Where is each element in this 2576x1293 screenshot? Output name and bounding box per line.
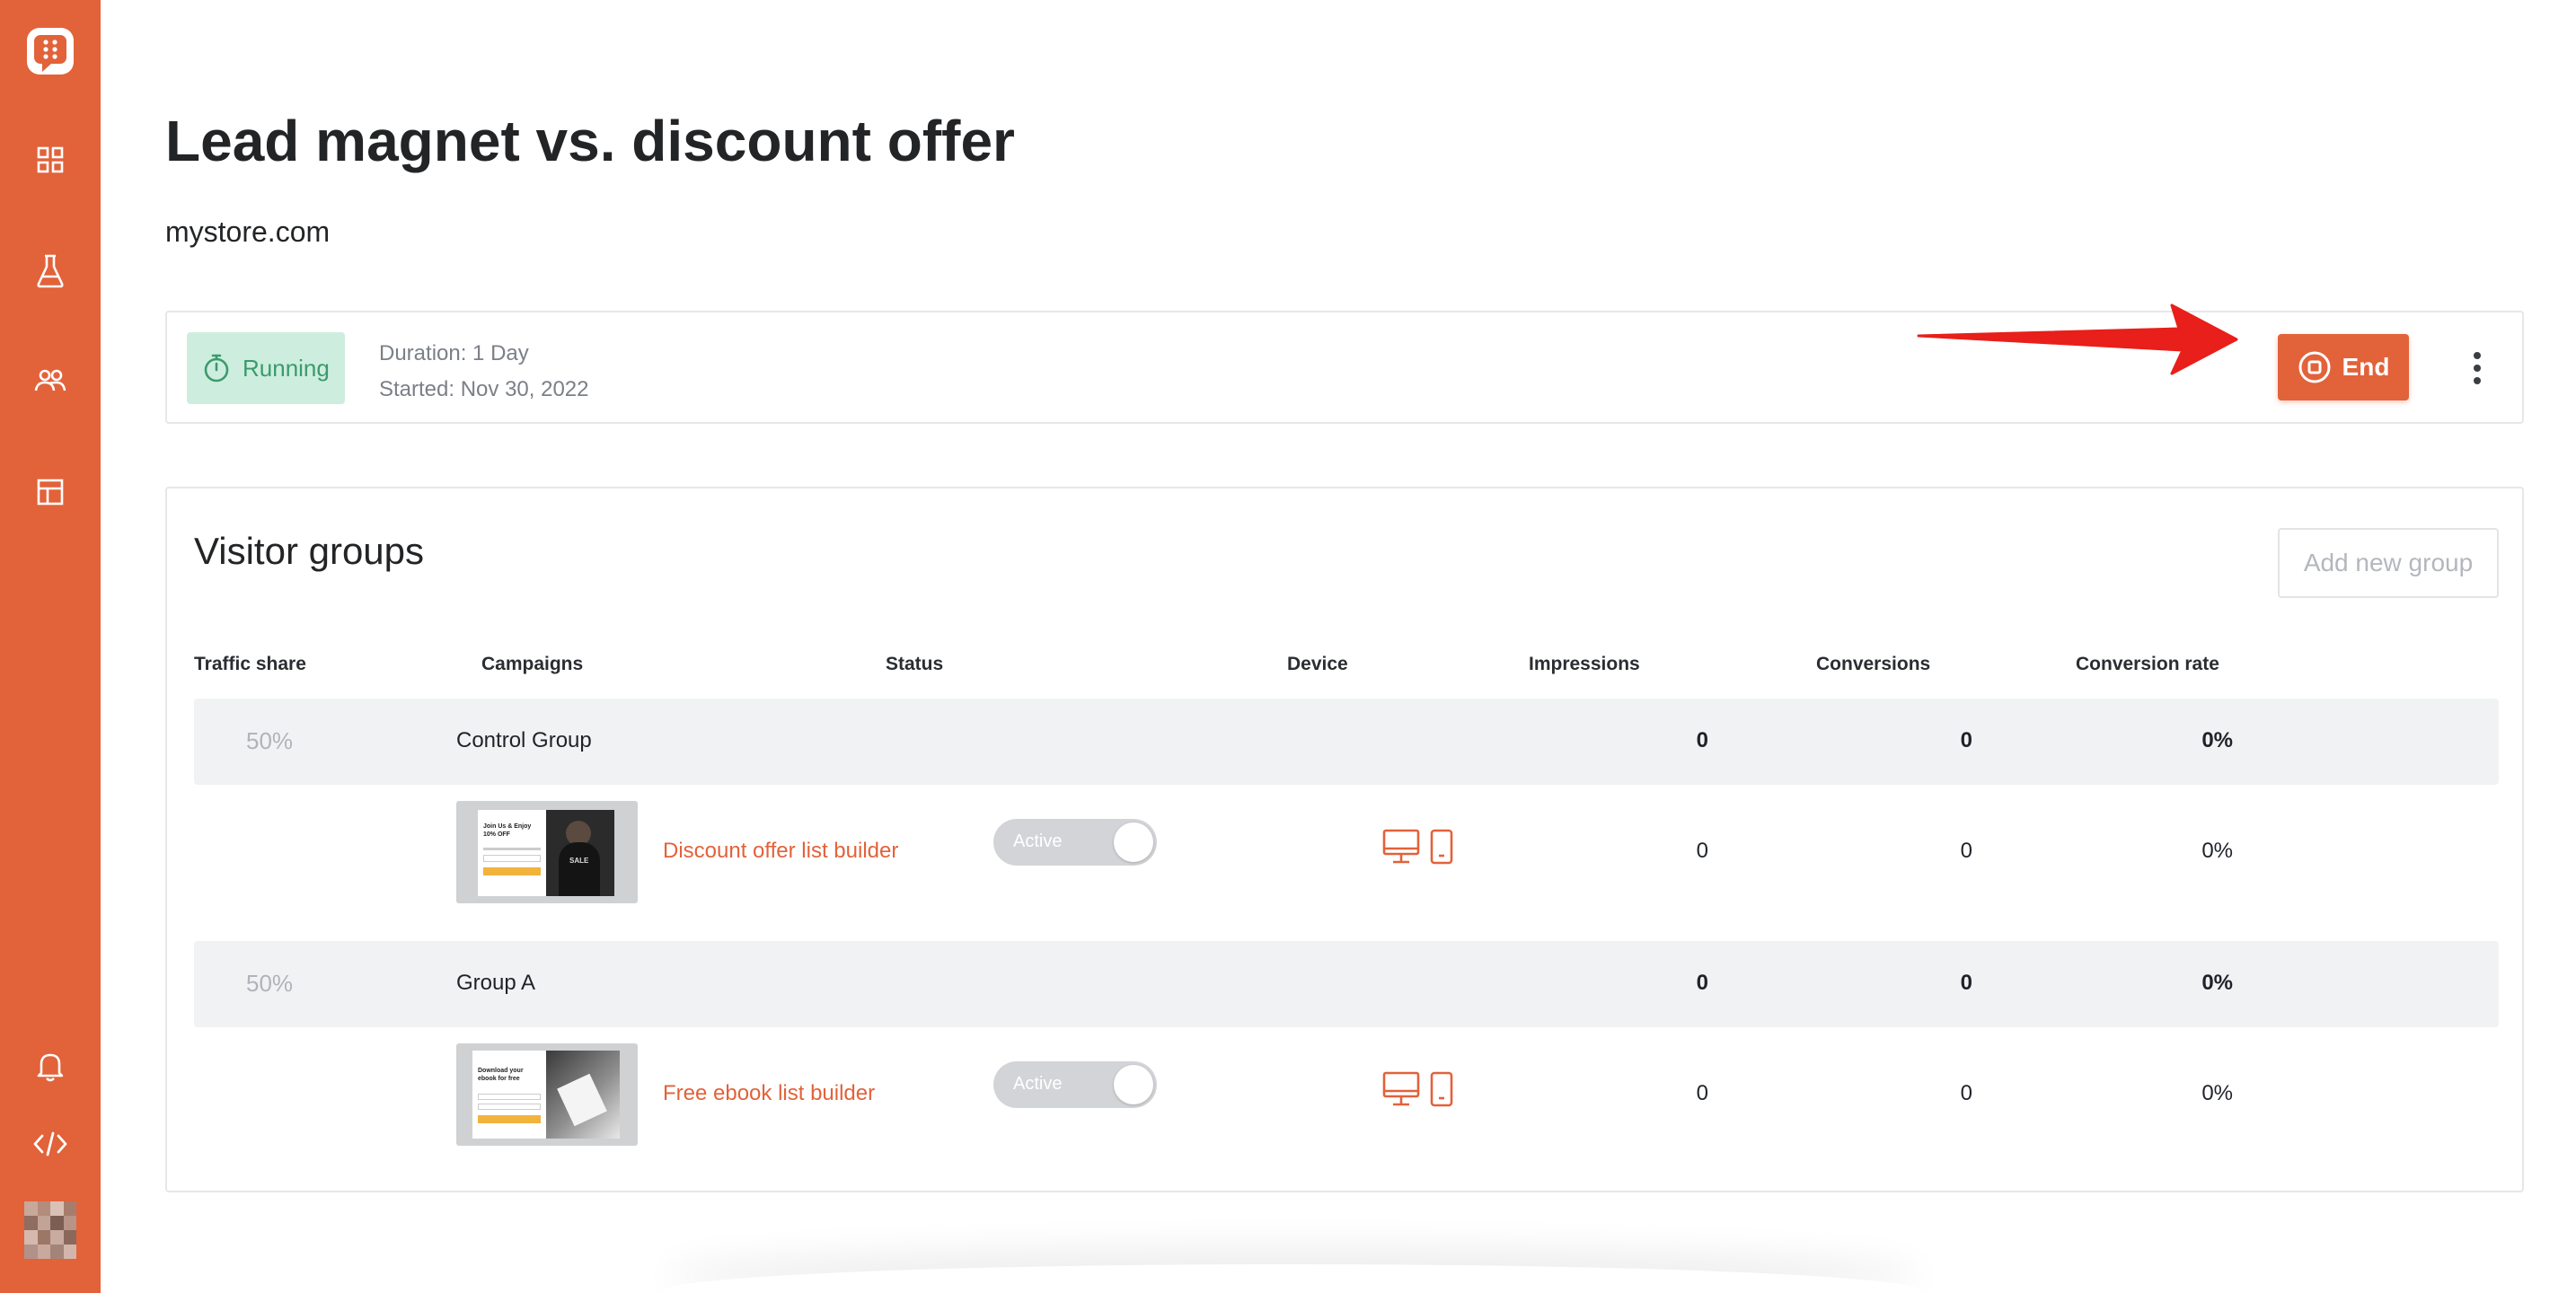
dashboard-icon[interactable] — [0, 142, 101, 178]
code-icon[interactable] — [0, 1126, 101, 1162]
page-domain: mystore.com — [165, 216, 331, 248]
col-status: Status — [886, 654, 944, 674]
col-conversion-rate: Conversion rate — [2076, 654, 2219, 674]
audience-icon[interactable] — [0, 363, 101, 399]
end-button[interactable]: End — [2278, 334, 2409, 400]
traffic-share: 50% — [246, 970, 294, 997]
campaign-link[interactable]: Free ebook list builder — [663, 1081, 875, 1106]
page-title: Lead magnet vs. discount offer — [165, 109, 1015, 173]
campaign-impressions: 0 — [1696, 1081, 1708, 1105]
campaign-conversions: 0 — [1960, 839, 1972, 863]
status-toggle[interactable]: Active — [993, 1061, 1157, 1108]
stopwatch-icon — [204, 354, 229, 383]
campaign-thumbnail[interactable]: SALE Join Us & Enjoy 10% OFF — [456, 801, 638, 903]
thumb-heading: Join Us & Enjoy 10% OFF — [483, 823, 532, 838]
running-badge: Running — [187, 332, 345, 404]
campaign-row-discount: SALE Join Us & Enjoy 10% OFF Discount of… — [194, 792, 2499, 912]
campaign-conversion-rate: 0% — [2201, 839, 2233, 863]
group-name: Control Group — [456, 728, 592, 752]
templates-icon[interactable] — [0, 474, 101, 510]
status-toggle[interactable]: Active — [993, 819, 1157, 866]
user-avatar[interactable] — [24, 1201, 76, 1259]
col-impressions: Impressions — [1529, 654, 1640, 674]
thumb-sale-text: SALE — [569, 857, 589, 865]
more-options-icon[interactable] — [2466, 343, 2488, 393]
running-label: Running — [243, 354, 330, 382]
toggle-label: Active — [1013, 1074, 1063, 1094]
toggle-label: Active — [1013, 831, 1063, 851]
started-text: Started: Nov 30, 2022 — [379, 377, 589, 401]
campaign-link[interactable]: Discount offer list builder — [663, 839, 898, 864]
group-conversion-rate: 0% — [2201, 728, 2233, 752]
thumb-heading: Download your ebook for free — [478, 1068, 524, 1082]
sidebar — [0, 0, 101, 1293]
logo-icon[interactable] — [0, 23, 101, 79]
visitor-groups-title: Visitor groups — [194, 530, 425, 572]
group-row-a[interactable]: 50% Group A 0 0 0% — [194, 941, 2499, 1027]
group-row-control[interactable]: 50% Control Group 0 0 0% — [194, 699, 2499, 785]
mobile-icon — [1430, 829, 1453, 865]
add-new-group-button[interactable]: Add new group — [2278, 528, 2499, 598]
end-button-label: End — [2342, 353, 2390, 381]
red-arrow-annotation — [1917, 303, 2238, 375]
campaign-thumbnail[interactable]: Download your ebook for free — [456, 1043, 638, 1146]
mobile-icon — [1430, 1071, 1453, 1107]
col-device: Device — [1287, 654, 1348, 674]
duration-text: Duration: 1 Day — [379, 341, 529, 365]
group-name: Group A — [456, 971, 536, 995]
campaign-conversions: 0 — [1960, 1081, 1972, 1105]
experiment-meta: Duration: 1 Day Started: Nov 30, 2022 — [379, 336, 588, 408]
desktop-icon — [1382, 1071, 1420, 1106]
stop-icon — [2298, 351, 2331, 383]
campaign-row-ebook: Download your ebook for free Free ebook … — [194, 1034, 2499, 1155]
bottom-panel-shadow — [665, 1264, 1922, 1293]
campaign-conversion-rate: 0% — [2201, 1081, 2233, 1105]
group-conversions: 0 — [1960, 728, 1972, 752]
col-conversions: Conversions — [1816, 654, 1931, 674]
col-traffic-share: Traffic share — [194, 654, 306, 674]
device-icons — [1381, 1070, 1455, 1108]
device-icons — [1381, 828, 1455, 866]
group-impressions: 0 — [1696, 728, 1708, 752]
group-conversion-rate: 0% — [2201, 971, 2233, 995]
col-campaigns: Campaigns — [481, 654, 584, 674]
desktop-icon — [1382, 829, 1420, 864]
traffic-share: 50% — [246, 727, 294, 754]
visitor-groups-card: Visitor groups Add new group Traffic sha… — [165, 487, 2524, 1192]
group-impressions: 0 — [1696, 971, 1708, 995]
group-conversions: 0 — [1960, 971, 1972, 995]
bell-icon[interactable] — [0, 1047, 101, 1086]
experiments-icon[interactable] — [0, 251, 101, 291]
campaign-impressions: 0 — [1696, 839, 1708, 863]
